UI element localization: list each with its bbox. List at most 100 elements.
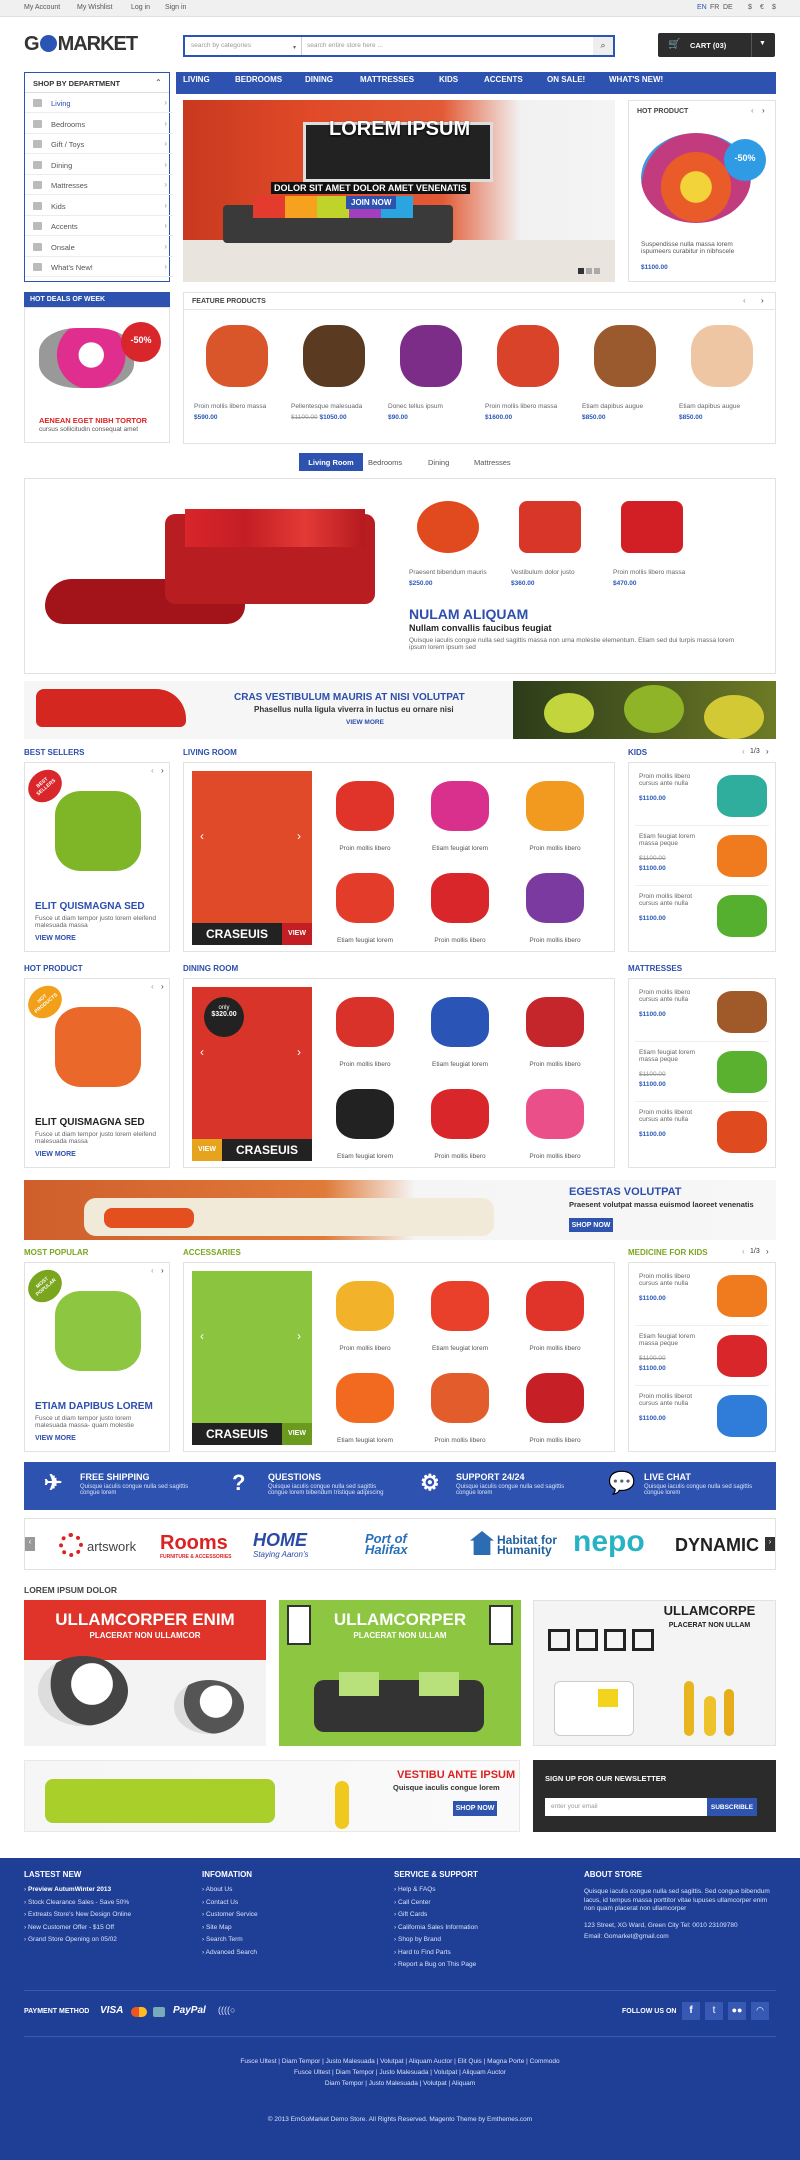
prev-arrow-icon[interactable]: ‹	[742, 1247, 745, 1256]
product-name[interactable]: Proin mollis libero	[425, 1437, 495, 1444]
facebook-icon[interactable]: f	[682, 2002, 700, 2020]
product-image[interactable]	[717, 1275, 767, 1317]
product-image[interactable]	[336, 1281, 394, 1331]
menu-kids[interactable]: KIDS	[439, 75, 458, 84]
sidebar-item-4[interactable]: Mattresses ›	[25, 175, 173, 195]
product-name[interactable]: Vestibulum dolor justo	[511, 569, 611, 576]
prev-arrow-icon[interactable]: ‹	[151, 766, 154, 775]
footer-link[interactable]: Commodo	[530, 2058, 560, 2065]
product-image[interactable]	[717, 1111, 767, 1153]
view-button[interactable]: VIEW	[282, 923, 312, 945]
sidebar-item-0[interactable]: Living ›	[25, 93, 173, 113]
product-image[interactable]	[717, 1335, 767, 1377]
product-name[interactable]: Proin mollis libero	[520, 1153, 590, 1160]
product-name[interactable]: Donec tellus ipsum	[388, 403, 478, 410]
banner-cras[interactable]: CRAS VESTIBULUM MAURIS AT NISI VOLUTPAT …	[24, 681, 776, 739]
search-input[interactable]: search entire store here ...	[307, 42, 383, 49]
product-name[interactable]: Proin mollis libero	[520, 1345, 590, 1352]
footer-link[interactable]: › Grand Store Opening on 05/02	[24, 1936, 131, 1949]
menu-on-sale[interactable]: ON SALE!	[547, 75, 585, 84]
product-image[interactable]	[526, 1089, 584, 1139]
product-name[interactable]: Proin mollis liberot cursus ante nulla	[639, 893, 709, 907]
brand-habitat[interactable]: Habitat for Humanity	[497, 1534, 567, 1556]
product-name[interactable]: Pellentesque malesuada	[291, 403, 381, 410]
next-arrow-icon[interactable]: ›	[297, 829, 301, 843]
prev-arrow-icon[interactable]: ‹	[151, 1266, 154, 1275]
currency-other[interactable]: $	[772, 4, 776, 11]
sidebar-item-3[interactable]: Dining ›	[25, 155, 173, 175]
next-arrow-icon[interactable]: ›	[765, 1537, 775, 1551]
newsletter-email-input[interactable]: enter your email	[545, 1798, 707, 1816]
footer-link[interactable]: Magna Porte	[487, 2058, 524, 2065]
flickr-icon[interactable]: ●●	[728, 2002, 746, 2020]
product-image[interactable]	[431, 997, 489, 1047]
menu-living[interactable]: LIVING	[183, 75, 210, 84]
product-name[interactable]: Etiam feugiat lorem	[425, 845, 495, 852]
login-link[interactable]: Log in	[131, 4, 150, 11]
subscribe-button[interactable]: SUBSCRIBLE	[707, 1798, 757, 1816]
product-name[interactable]: ELIT QUISMAGNA SED	[35, 901, 145, 912]
footer-link[interactable]: › Customer Service	[202, 1911, 258, 1924]
product-image[interactable]	[55, 791, 141, 871]
category-image[interactable]	[192, 1271, 312, 1445]
hero-slider[interactable]: LOREM IPSUM DOLOR SIT AMET DOLOR AMET VE…	[183, 100, 615, 282]
product-image[interactable]	[55, 1007, 141, 1087]
footer-link[interactable]: › Extreats Store's New Design Online	[24, 1911, 131, 1924]
product-image[interactable]	[717, 1051, 767, 1093]
view-more-link[interactable]: VIEW MORE	[35, 1435, 76, 1442]
next-arrow-icon[interactable]: ›	[161, 1266, 164, 1275]
product-name[interactable]: Proin mollis libero	[425, 937, 495, 944]
product-image[interactable]	[400, 325, 462, 387]
product-name[interactable]: Proin mollis libero	[330, 845, 400, 852]
footer-link[interactable]: Aliquam Auctor	[409, 2058, 453, 2065]
menu-accents[interactable]: ACCENTS	[484, 75, 523, 84]
product-image[interactable]	[303, 325, 365, 387]
product-image[interactable]	[519, 501, 581, 553]
logo[interactable]: G MARKET	[24, 33, 138, 56]
product-name[interactable]: Proin mollis libero cursus ante nulla	[639, 989, 709, 1003]
shop-now-button[interactable]: SHOP NOW	[453, 1801, 497, 1816]
product-name[interactable]: Proin mollis libero	[520, 937, 590, 944]
product-image[interactable]	[336, 1373, 394, 1423]
footer-link[interactable]: › About Us	[202, 1886, 258, 1899]
next-arrow-icon[interactable]: ›	[766, 1247, 769, 1256]
slider-dot-2[interactable]	[586, 268, 592, 274]
footer-link[interactable]: Justo Malesuada	[326, 2058, 375, 2065]
product-name[interactable]: ETIAM DAPIBUS LOREM	[35, 1401, 153, 1412]
footer-link[interactable]: Diam Tempor	[325, 2080, 364, 2087]
footer-link[interactable]: › Stock Clearance Sales - Save 50%	[24, 1899, 131, 1912]
product-image[interactable]	[526, 781, 584, 831]
product-name[interactable]: Proin mollis libero	[520, 845, 590, 852]
menu-dining[interactable]: DINING	[305, 75, 333, 84]
footer-link[interactable]: › California Sales Information	[394, 1924, 478, 1937]
sidebar-item-7[interactable]: Onsale ›	[25, 237, 173, 257]
tab-bedrooms[interactable]: Bedrooms	[368, 458, 402, 467]
next-arrow-icon[interactable]: ›	[161, 766, 164, 775]
view-button[interactable]: VIEW	[282, 1423, 312, 1445]
footer-link[interactable]: Aliquam	[452, 2080, 475, 2087]
product-image[interactable]	[206, 325, 268, 387]
product-image[interactable]	[526, 873, 584, 923]
next-arrow-icon[interactable]: ›	[766, 747, 769, 756]
brand-rooms[interactable]: Rooms	[160, 1532, 228, 1555]
footer-link[interactable]: › Search Term	[202, 1936, 258, 1949]
hero-cta-button[interactable]: JOIN NOW	[346, 196, 397, 209]
brand-home[interactable]: HOME	[253, 1530, 307, 1551]
product-image[interactable]	[691, 325, 753, 387]
sidebar-item-5[interactable]: Kids ›	[25, 196, 173, 216]
product-name[interactable]: Proin mollis libero	[520, 1437, 590, 1444]
product-image[interactable]	[336, 873, 394, 923]
menu-mattresses[interactable]: MATTRESSES	[360, 75, 414, 84]
footer-link[interactable]: Justo Malesuada	[379, 2069, 428, 2076]
tab-dining[interactable]: Dining	[428, 458, 449, 467]
product-image[interactable]	[717, 1395, 767, 1437]
prev-arrow-icon[interactable]: ‹	[25, 1537, 35, 1551]
footer-link[interactable]: › Report a Bug on This Page	[394, 1961, 478, 1974]
product-image[interactable]	[621, 501, 683, 553]
product-image[interactable]	[55, 1291, 141, 1371]
product-name[interactable]: Proin mollis libero cursus ante nulla	[639, 1273, 709, 1287]
slider-dot-3[interactable]	[594, 268, 600, 274]
product-name[interactable]: Proin mollis libero massa	[194, 403, 284, 410]
product-name[interactable]: Etiam feugiat lorem	[330, 1153, 400, 1160]
product-image[interactable]	[717, 991, 767, 1033]
